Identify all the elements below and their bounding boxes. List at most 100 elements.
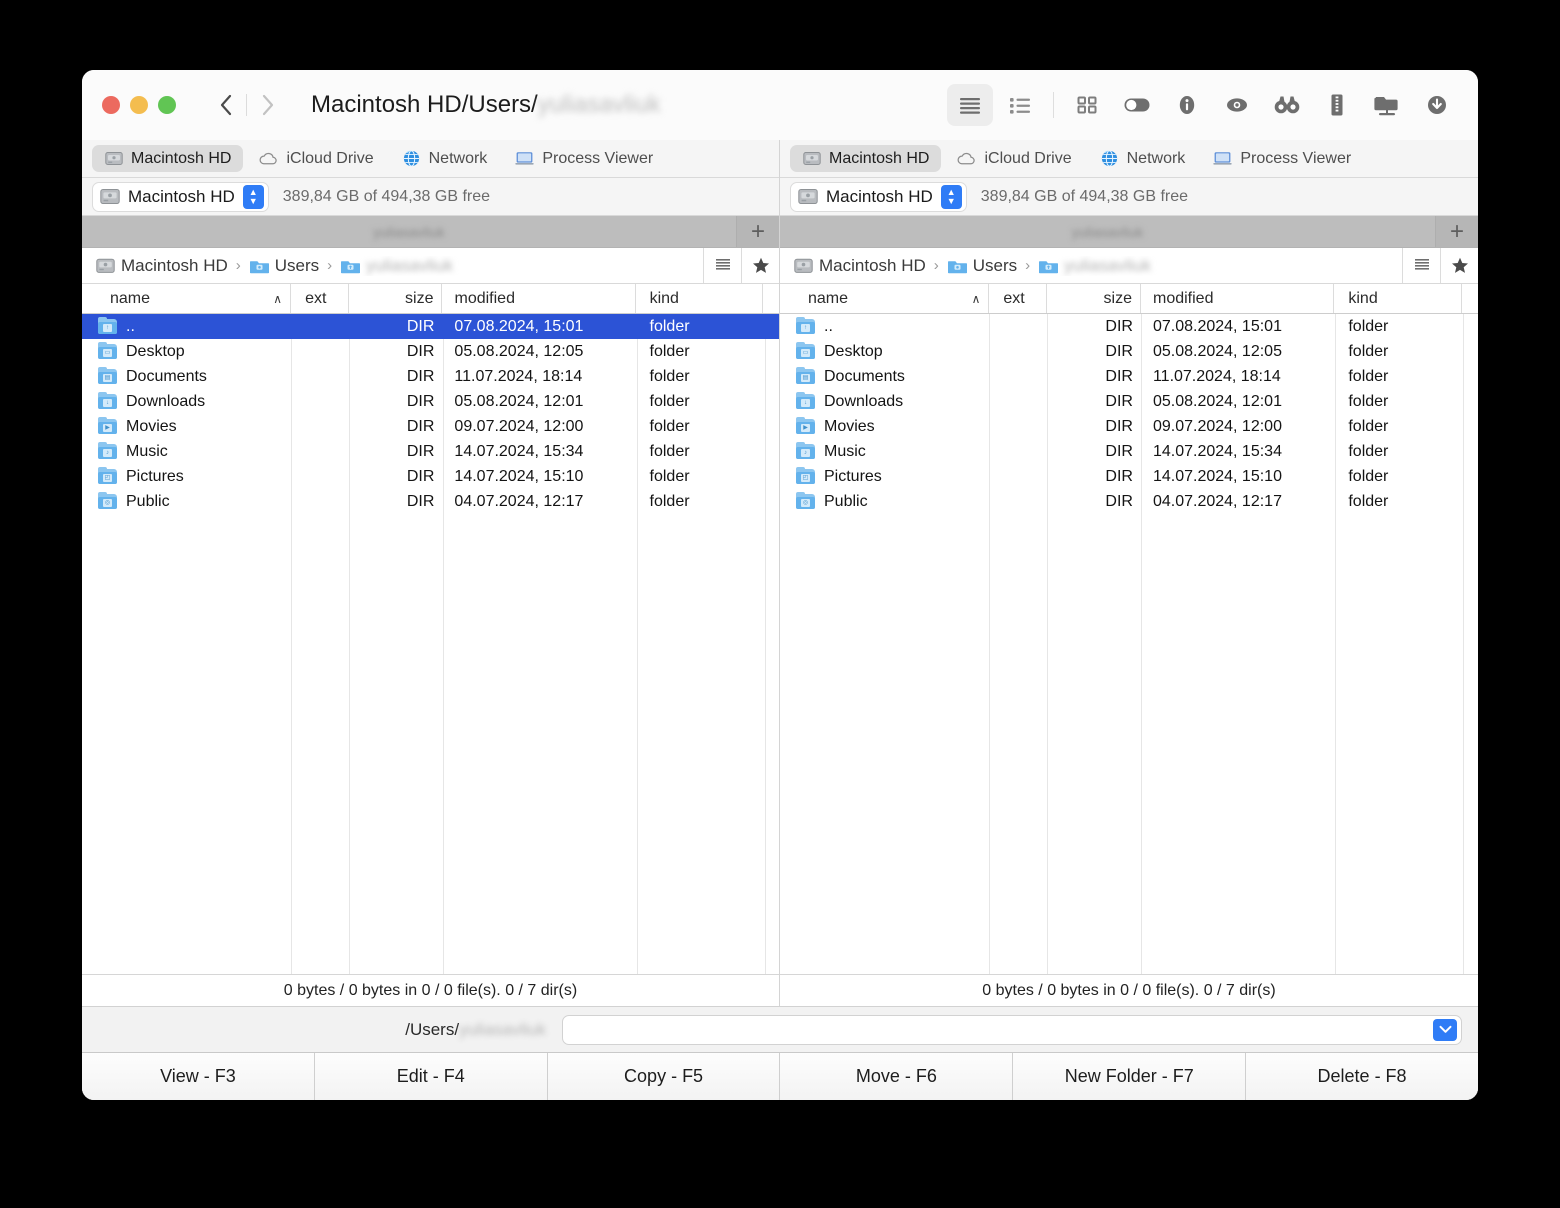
table-row[interactable]: ↓ Downloads DIR 05.08.2024, 12:01 folder bbox=[780, 389, 1478, 414]
table-row[interactable]: ↑.. DIR 07.08.2024, 15:01 folder bbox=[82, 314, 779, 339]
table-row[interactable]: ♪ Music DIR 14.07.2024, 15:34 folder bbox=[82, 439, 779, 464]
view-f3-button[interactable]: View - F3 bbox=[82, 1053, 315, 1100]
breadcrumb-item-macintosh-hd[interactable]: Macintosh HD › bbox=[794, 256, 941, 276]
folder-tab-left[interactable]: yuliasavliuk bbox=[82, 216, 737, 247]
column-header-name[interactable]: name ∧ bbox=[82, 284, 292, 313]
new-folder-f7-button[interactable]: New Folder - F7 bbox=[1013, 1053, 1247, 1100]
column-header-size[interactable]: size bbox=[349, 284, 443, 313]
cell-name: ♪ Music bbox=[82, 439, 291, 464]
copy-f5-button[interactable]: Copy - F5 bbox=[547, 1053, 781, 1100]
cell-name: ◰ Pictures bbox=[780, 464, 989, 489]
cell-name: ◎ Public bbox=[82, 489, 291, 514]
table-row[interactable]: ▭ Desktop DIR 05.08.2024, 12:05 folder bbox=[780, 339, 1478, 364]
breadcrumb-favorite-button-right[interactable] bbox=[1440, 248, 1478, 283]
table-row[interactable]: ↓ Downloads DIR 05.08.2024, 12:01 folder bbox=[82, 389, 779, 414]
add-tab-button-left[interactable]: + bbox=[737, 216, 779, 247]
download-button[interactable] bbox=[1414, 84, 1460, 126]
folder-tab-label: yuliasavliuk bbox=[373, 223, 445, 240]
column-header-kind[interactable]: kind bbox=[636, 284, 763, 313]
cell-name: ▭ Desktop bbox=[82, 339, 291, 364]
forward-button[interactable] bbox=[247, 84, 289, 126]
archive-button[interactable] bbox=[1314, 84, 1360, 126]
cell-size: DIR bbox=[406, 392, 435, 410]
hard-drive-icon bbox=[96, 258, 115, 274]
table-row[interactable]: ▭ Desktop DIR 05.08.2024, 12:05 folder bbox=[82, 339, 779, 364]
breadcrumb-item-users[interactable]: Users › bbox=[249, 256, 334, 276]
right-status-bar: 0 bytes / 0 bytes in 0 / 0 file(s). 0 / … bbox=[780, 974, 1478, 1006]
detailed-view-button[interactable] bbox=[997, 84, 1043, 126]
edit-f4-button[interactable]: Edit - F4 bbox=[314, 1053, 548, 1100]
table-row[interactable]: ▶ Movies DIR 09.07.2024, 12:00 folder bbox=[82, 414, 779, 439]
tab-macintosh-hd-right[interactable]: Macintosh HD bbox=[790, 145, 942, 172]
tab-process-viewer-right[interactable]: Process Viewer bbox=[1201, 145, 1363, 172]
right-folder-tabs: yuliasavliuk + bbox=[780, 216, 1478, 248]
info-button[interactable] bbox=[1164, 84, 1210, 126]
add-tab-button-right[interactable]: + bbox=[1436, 216, 1478, 247]
brief-view-button[interactable] bbox=[947, 84, 993, 126]
toggle-panels-button[interactable] bbox=[1114, 84, 1160, 126]
close-button[interactable] bbox=[102, 96, 120, 114]
right-breadcrumb-row: Macintosh HD › Users › yuliasavliuk bbox=[780, 248, 1478, 284]
cell-name: ▤ Documents bbox=[780, 364, 989, 389]
move-f6-button[interactable]: Move - F6 bbox=[780, 1053, 1014, 1100]
cell-name: ▤ Documents bbox=[82, 364, 291, 389]
table-row[interactable]: ↑.. DIR 07.08.2024, 15:01 folder bbox=[780, 314, 1478, 339]
tab-icloud-drive-right[interactable]: iCloud Drive bbox=[945, 145, 1083, 172]
command-history-dropdown[interactable] bbox=[1433, 1018, 1457, 1041]
breadcrumb-label: Users bbox=[972, 255, 1018, 275]
column-header-ext[interactable]: ext bbox=[989, 284, 1048, 313]
search-button[interactable] bbox=[1264, 84, 1310, 126]
left-status-bar: 0 bytes / 0 bytes in 0 / 0 file(s). 0 / … bbox=[82, 974, 779, 1006]
table-row[interactable]: ♪ Music DIR 14.07.2024, 15:34 folder bbox=[780, 439, 1478, 464]
table-row[interactable]: ◰ Pictures DIR 14.07.2024, 15:10 folder bbox=[82, 464, 779, 489]
file-name: Documents bbox=[824, 367, 905, 385]
breadcrumb-list-button-right[interactable] bbox=[1402, 248, 1440, 283]
globe-icon bbox=[1100, 149, 1119, 168]
file-name: Desktop bbox=[126, 342, 185, 360]
back-button[interactable] bbox=[204, 84, 246, 126]
maximize-button[interactable] bbox=[158, 96, 176, 114]
command-input-wrapper[interactable] bbox=[562, 1014, 1462, 1045]
cell-size: DIR bbox=[1105, 467, 1133, 485]
grid-view-button[interactable] bbox=[1064, 84, 1110, 126]
tab-icloud-drive-left[interactable]: iCloud Drive bbox=[247, 145, 385, 172]
tab-network-right[interactable]: Network bbox=[1088, 145, 1198, 172]
drive-stepper-left[interactable]: ▲ ▼ bbox=[242, 184, 264, 209]
left-file-list[interactable]: ↑.. DIR 07.08.2024, 15:01 folder ▭ Desktop DIR… bbox=[82, 314, 779, 974]
breadcrumb-list-button-left[interactable] bbox=[703, 248, 741, 283]
table-row[interactable]: ◎ Public DIR 04.07.2024, 12:17 folder bbox=[82, 489, 779, 514]
breadcrumb-item-users[interactable]: Users › bbox=[947, 255, 1032, 276]
right-file-list[interactable]: ↑.. DIR 07.08.2024, 15:01 folder ▭ Desktop DIR… bbox=[780, 314, 1478, 974]
monitor-icon bbox=[515, 149, 535, 168]
breadcrumb-favorite-button-left[interactable] bbox=[741, 248, 779, 283]
network-folder-button[interactable] bbox=[1364, 84, 1410, 126]
title-user-blurred: yuliasavliuk bbox=[537, 91, 661, 118]
column-header-size[interactable]: size bbox=[1047, 284, 1141, 313]
quick-look-button[interactable] bbox=[1214, 84, 1260, 126]
drive-stepper-right[interactable]: ▲ ▼ bbox=[940, 184, 962, 209]
column-header-modified[interactable]: modified bbox=[442, 284, 636, 313]
breadcrumb-item-user[interactable]: yuliasavliuk bbox=[1039, 256, 1151, 276]
table-row[interactable]: ▶ Movies DIR 09.07.2024, 12:00 folder bbox=[780, 414, 1478, 439]
file-name: Downloads bbox=[824, 392, 904, 410]
table-row[interactable]: ◰ Pictures DIR 14.07.2024, 15:10 folder bbox=[780, 464, 1478, 489]
delete-f8-button[interactable]: Delete - F8 bbox=[1246, 1053, 1478, 1100]
tab-macintosh-hd-left[interactable]: Macintosh HD bbox=[92, 145, 244, 172]
table-row[interactable]: ▤ Documents DIR 11.07.2024, 18:14 folder bbox=[82, 364, 779, 389]
table-row[interactable]: ◎ Public DIR 04.07.2024, 12:17 folder bbox=[780, 489, 1478, 514]
breadcrumb-item-user[interactable]: yuliasavliuk bbox=[341, 256, 453, 276]
breadcrumb-label: yuliasavliuk bbox=[1064, 255, 1152, 275]
drive-selector-right[interactable]: Macintosh HD ▲ ▼ bbox=[790, 181, 967, 212]
tab-process-viewer-left[interactable]: Process Viewer bbox=[503, 145, 665, 172]
column-header-name[interactable]: name ∧ bbox=[780, 284, 990, 313]
column-header-modified[interactable]: modified bbox=[1141, 284, 1335, 313]
column-header-kind[interactable]: kind bbox=[1334, 284, 1462, 313]
tab-network-left[interactable]: Network bbox=[390, 145, 500, 172]
column-header-ext[interactable]: ext bbox=[291, 284, 349, 313]
table-row[interactable]: ▤ Documents DIR 11.07.2024, 18:14 folder bbox=[780, 364, 1478, 389]
drive-selector-left[interactable]: Macintosh HD ▲ ▼ bbox=[92, 181, 269, 212]
folder-tab-right[interactable]: yuliasavliuk bbox=[780, 216, 1436, 247]
breadcrumb-item-macintosh-hd[interactable]: Macintosh HD › bbox=[96, 256, 243, 276]
cell-spacer bbox=[763, 364, 779, 389]
minimize-button[interactable] bbox=[130, 96, 148, 114]
